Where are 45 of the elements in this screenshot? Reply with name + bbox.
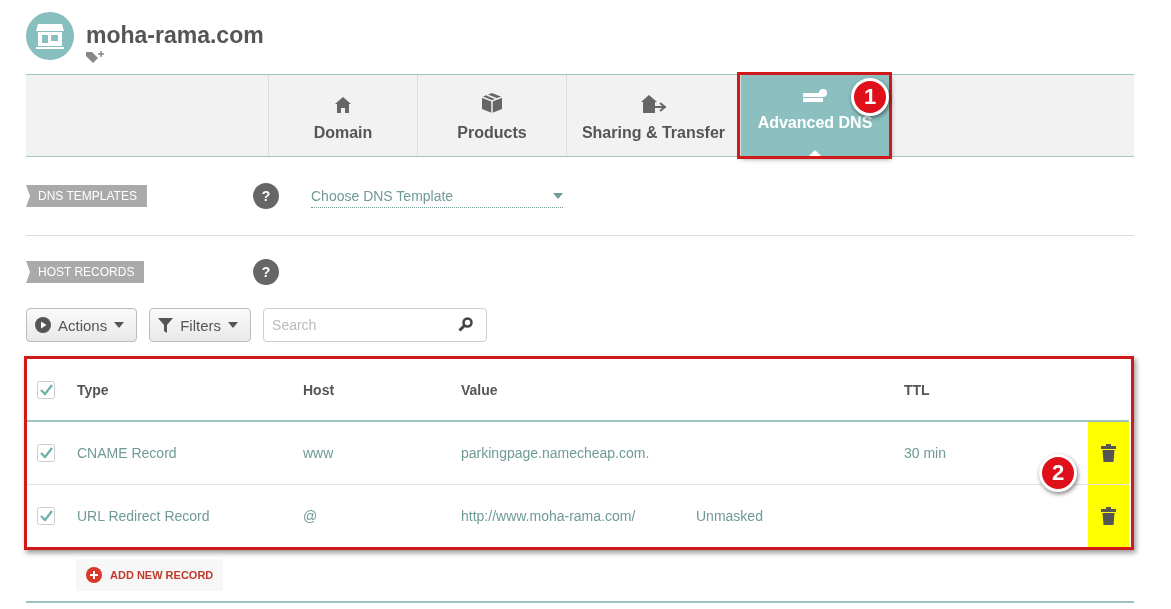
delete-button[interactable]: [1088, 422, 1129, 485]
help-icon[interactable]: ?: [253, 183, 279, 209]
play-icon: [35, 317, 51, 333]
trash-icon[interactable]: [1101, 507, 1116, 525]
house-icon: [334, 96, 352, 114]
checkbox[interactable]: [37, 444, 55, 462]
search-field[interactable]: Search: [263, 308, 488, 342]
column-header: Value: [461, 381, 498, 398]
box-icon: [481, 92, 503, 114]
delete-button[interactable]: [1088, 485, 1129, 547]
table-cell: parkingpage.namecheap.com.: [461, 445, 650, 461]
table-cell: 30 min: [904, 445, 947, 461]
section-label: DNS TEMPLATES: [26, 185, 147, 207]
help-icon[interactable]: ?: [253, 259, 279, 285]
plus-icon: [86, 567, 102, 583]
column-header: Type: [77, 381, 109, 398]
section-label: HOST RECORDS: [26, 261, 145, 283]
search-icon: [458, 317, 474, 332]
funnel-icon: [158, 317, 174, 333]
table-cell: @: [303, 508, 318, 524]
server-icon: [802, 88, 828, 104]
table-cell: Unmasked: [696, 508, 763, 524]
add-record-button[interactable]: ADD NEW RECORD: [76, 559, 224, 591]
storefront-icon: [35, 23, 65, 49]
tab-pointer: [809, 150, 821, 156]
tag-plus-icon[interactable]: [86, 51, 104, 63]
table-cell: http://www.moha-rama.com/: [461, 508, 636, 524]
checkbox[interactable]: [37, 507, 55, 525]
column-header: Host: [303, 381, 335, 398]
caret-icon: [114, 322, 125, 328]
callout-badge: 2: [1039, 454, 1077, 492]
table-cell: URL Redirect Record: [77, 508, 210, 524]
filters-button[interactable]: Filters: [149, 308, 252, 342]
domain-title: moha-rama.com: [86, 22, 264, 49]
tab[interactable]: Advanced DNS 1: [740, 75, 889, 156]
actions-button[interactable]: Actions: [26, 308, 138, 342]
trash-icon[interactable]: [1101, 444, 1116, 462]
table-cell: CNAME Record: [77, 445, 177, 461]
table-cell: www: [303, 445, 334, 461]
caret-icon: [553, 192, 563, 199]
checkbox[interactable]: [37, 380, 55, 399]
column-header: TTL: [904, 381, 930, 398]
house-arrow-icon: [640, 94, 667, 114]
callout-badge: 1: [851, 78, 889, 116]
caret-icon: [228, 322, 239, 328]
